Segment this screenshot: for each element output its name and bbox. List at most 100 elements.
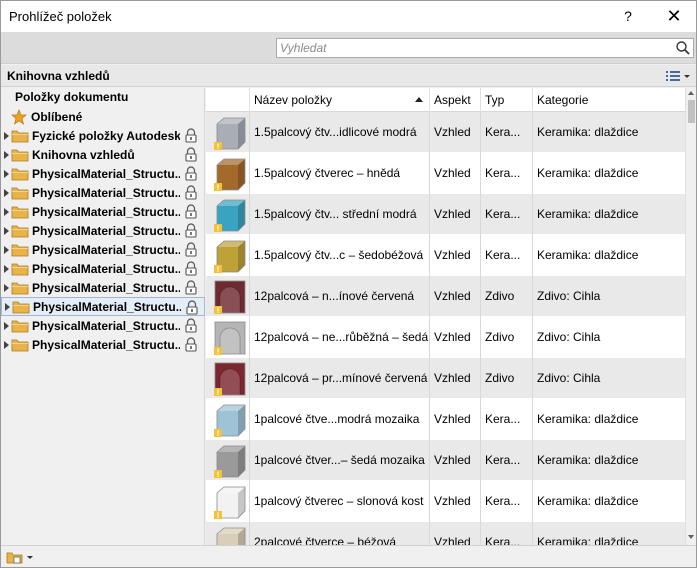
expand-arrow-icon[interactable]: [4, 150, 9, 159]
window-title: Prohlížeč položek: [9, 9, 112, 24]
tree-node[interactable]: PhysicalMaterial_Structu...: [1, 297, 205, 316]
expand-arrow-icon[interactable]: [4, 169, 9, 178]
table-row[interactable]: 1.5palcový čtv...idlicové modrá Vzhled Ker…: [206, 112, 685, 153]
folder-icon: [11, 320, 29, 332]
table-row[interactable]: 12palcová – n...ínové červená Vzhled Zdivo…: [206, 276, 685, 317]
search-input[interactable]: [280, 40, 670, 56]
material-thumbnail: [214, 486, 246, 519]
table-row[interactable]: 2palcové čtverce – béžová Vzhled Kera... Ke…: [206, 522, 685, 545]
tree-node[interactable]: PhysicalMaterial_Structu...: [1, 335, 205, 354]
lock-icon: [185, 147, 197, 162]
tree-node[interactable]: PhysicalMaterial_Structu...: [1, 240, 205, 259]
tree-node[interactable]: PhysicalMaterial_Structu...: [1, 202, 205, 221]
material-thumbnail: [214, 445, 246, 478]
expand-arrow-icon[interactable]: [4, 188, 9, 197]
type-cell: Zdivo: [480, 276, 532, 317]
lock-icon: [185, 261, 197, 276]
lock-icon: [185, 337, 197, 352]
library-header: Knihovna vzhledů: [1, 65, 696, 87]
table-row[interactable]: 12palcová – pr...mínové červená Vzhled Zdi…: [206, 358, 685, 399]
tree-node-label: PhysicalMaterial_Structu...: [32, 318, 180, 333]
material-thumbnail: [214, 404, 246, 437]
favorites-node[interactable]: Oblíbené: [11, 108, 82, 126]
lock-icon: [185, 318, 197, 333]
aspect-cell: Vzhled: [429, 440, 480, 481]
lock-icon: [185, 166, 197, 181]
table-row[interactable]: 1.5palcový čtv...c – šedobéžová Vzhled Ker…: [206, 235, 685, 276]
expand-arrow-icon[interactable]: [4, 283, 9, 292]
tree-node[interactable]: PhysicalMaterial_Structu...: [1, 278, 205, 297]
aspect-cell: Vzhled: [429, 112, 480, 153]
scroll-up-icon[interactable]: [688, 91, 694, 95]
lock-icon: [185, 280, 197, 295]
lock-icon: [186, 300, 198, 315]
table-row[interactable]: 12palcová – ne...růběžná – šedá Vzhled Zdi…: [206, 317, 685, 358]
table-row[interactable]: 1.5palcový čtv... střední modrá Vzhled Ker…: [206, 194, 685, 235]
library-tree: Fyzické položky Autodesk Knihovna vzhledů…: [1, 126, 205, 354]
folder-icon: [11, 206, 29, 218]
category-cell: Keramika: dlaždice: [532, 399, 685, 440]
lock-icon: [185, 223, 197, 238]
vertical-scrollbar[interactable]: [685, 88, 696, 545]
close-button[interactable]: ✕: [659, 4, 689, 28]
scroll-thumb[interactable]: [688, 100, 695, 123]
search-box: [276, 38, 694, 58]
aspect-cell: Vzhled: [429, 522, 480, 545]
tree-node[interactable]: PhysicalMaterial_Structu...: [1, 259, 205, 278]
expand-arrow-icon[interactable]: [4, 207, 9, 216]
column-category[interactable]: Kategorie: [532, 88, 685, 112]
column-thumbnail[interactable]: [206, 88, 249, 112]
expand-arrow-icon[interactable]: [5, 302, 10, 311]
expand-arrow-icon[interactable]: [4, 321, 9, 330]
material-thumbnail: [214, 321, 246, 355]
help-button[interactable]: ?: [616, 5, 640, 27]
list-view-icon[interactable]: [664, 68, 692, 84]
material-thumbnail: [214, 158, 246, 191]
column-aspect[interactable]: Aspekt: [429, 88, 480, 112]
search-bar: [1, 32, 696, 64]
expand-arrow-icon[interactable]: [4, 340, 9, 349]
expand-arrow-icon[interactable]: [4, 226, 9, 235]
tree-node[interactable]: PhysicalMaterial_Structu...: [1, 164, 205, 183]
warning-badge-icon: [214, 224, 222, 232]
tree-node[interactable]: PhysicalMaterial_Structu...: [1, 316, 205, 335]
scroll-down-icon[interactable]: [688, 535, 694, 539]
library-icon[interactable]: [5, 549, 35, 565]
material-name-cell: 1.5palcový čtverec – hnědá: [249, 153, 429, 194]
warning-badge-icon: [214, 142, 222, 150]
aspect-cell: Vzhled: [429, 235, 480, 276]
folder-icon: [11, 339, 29, 351]
table-row[interactable]: 1.5palcový čtverec – hnědá Vzhled Kera... K…: [206, 153, 685, 194]
folder-icon: [11, 187, 29, 199]
tree-node-label: PhysicalMaterial_Structu...: [32, 242, 180, 257]
table-row[interactable]: 1palcové čtver...– šedá mozaika Vzhled Ker…: [206, 440, 685, 481]
material-name-cell: 12palcová – ne...růběžná – šedá: [249, 317, 429, 358]
tree-node[interactable]: Knihovna vzhledů: [1, 145, 205, 164]
aspect-cell: Vzhled: [429, 481, 480, 522]
search-icon[interactable]: [675, 40, 691, 56]
materials-table: Název položky Aspekt Typ Kategorie 1.5pa…: [206, 88, 685, 545]
lock-icon: [185, 185, 197, 200]
aspect-cell: Vzhled: [429, 317, 480, 358]
material-thumbnail: [214, 280, 246, 314]
expand-arrow-icon[interactable]: [4, 245, 9, 254]
tree-node-label: PhysicalMaterial_Structu...: [32, 204, 180, 219]
tree-node[interactable]: PhysicalMaterial_Structu...: [1, 183, 205, 202]
tree-node[interactable]: Fyzické položky Autodesk: [1, 126, 205, 145]
column-type[interactable]: Typ: [480, 88, 532, 112]
aspect-cell: Vzhled: [429, 358, 480, 399]
tree-node[interactable]: PhysicalMaterial_Structu...: [1, 221, 205, 240]
material-name-cell: 2palcové čtverce – béžová: [249, 522, 429, 545]
column-name[interactable]: Název položky: [249, 88, 429, 112]
table-row[interactable]: 1palcové čtve...modrá mozaika Vzhled Kera.…: [206, 399, 685, 440]
table-row[interactable]: 1palcový čtverec – slonová kost Vzhled Ker…: [206, 481, 685, 522]
type-cell: Kera...: [480, 235, 532, 276]
type-cell: Kera...: [480, 440, 532, 481]
expand-arrow-icon[interactable]: [4, 131, 9, 140]
material-name-cell: 1palcové čtver...– šedá mozaika: [249, 440, 429, 481]
expand-arrow-icon[interactable]: [4, 264, 9, 273]
material-name-cell: 12palcová – pr...mínové červená: [249, 358, 429, 399]
folder-icon: [11, 149, 29, 161]
document-items-node[interactable]: Položky dokumentu: [15, 90, 128, 104]
material-thumbnail: [214, 199, 246, 232]
